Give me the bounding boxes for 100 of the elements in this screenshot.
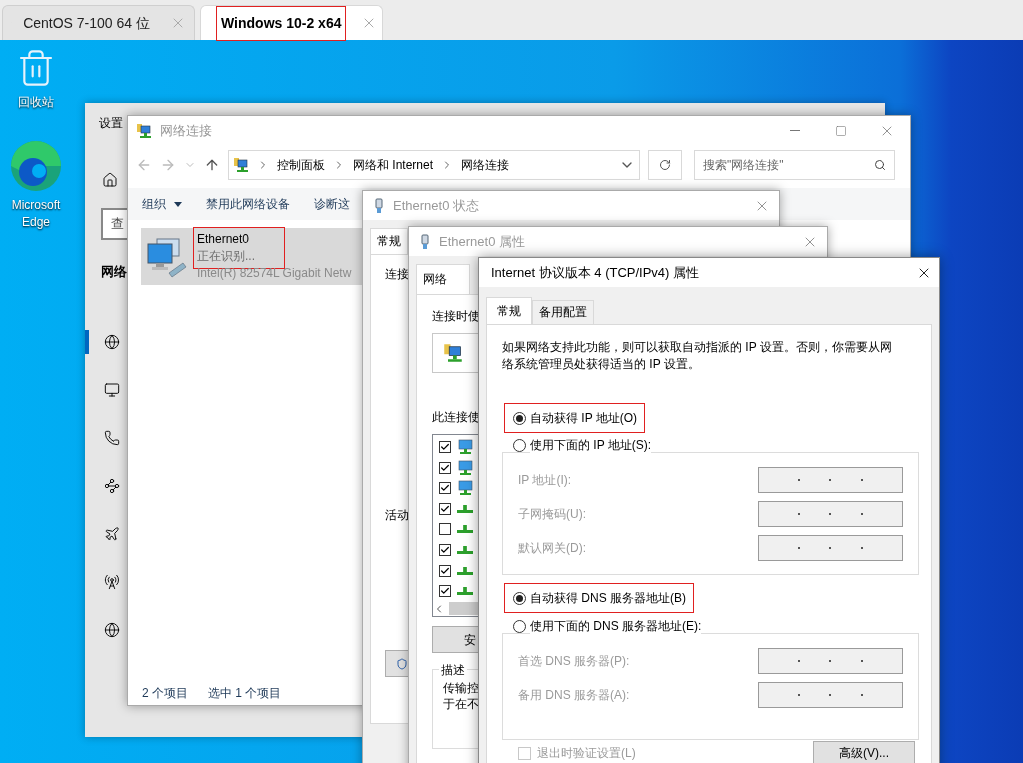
field-label: 备用 DNS 服务器(A): xyxy=(518,687,631,704)
breadcrumb-item[interactable]: 网络和 Internet xyxy=(353,156,434,174)
network-icon xyxy=(443,343,463,363)
window-title: Internet 协议版本 4 (TCP/IPv4) 属性 xyxy=(491,263,700,282)
vm-tab-label: Windows 10-2 x64 xyxy=(217,6,346,40)
monitor-icon xyxy=(104,381,120,398)
breadcrumb-item[interactable]: 网络连接 xyxy=(461,156,510,174)
vm-tab[interactable]: Windows 10-2 x64 xyxy=(200,5,383,40)
refresh-button[interactable] xyxy=(648,150,682,180)
field-label: IP 地址(I): xyxy=(518,472,573,489)
tab[interactable]: 常规 xyxy=(370,228,408,254)
search-icon xyxy=(874,159,886,171)
forward-icon[interactable] xyxy=(160,157,176,173)
home-icon[interactable] xyxy=(102,172,118,188)
description-text: 传输控 xyxy=(443,680,479,696)
section-heading: 网络 xyxy=(101,263,127,281)
tab[interactable]: 备用配置 xyxy=(532,300,594,324)
field-label: 子网掩码(U): xyxy=(518,506,587,523)
checkbox[interactable] xyxy=(439,482,451,495)
refresh-icon xyxy=(659,159,671,171)
status-bar-text: 选中 1 个项目 xyxy=(208,685,282,702)
connection-name: Ethernet0 xyxy=(197,231,251,248)
radio-button[interactable] xyxy=(513,438,526,452)
advanced-button[interactable]: 高级(V)... xyxy=(813,741,915,763)
edge-logo-icon[interactable] xyxy=(9,139,63,193)
toolbar-button[interactable]: 诊断这 xyxy=(314,195,350,213)
check-icon xyxy=(440,483,450,494)
field-label: 默认网关(D): xyxy=(518,540,587,557)
field-label: 此连接使 xyxy=(432,409,480,426)
ethernet-plug-icon xyxy=(373,197,385,214)
checkbox[interactable] xyxy=(439,441,451,454)
toolbar-button[interactable]: 组织 xyxy=(142,195,182,213)
check-icon xyxy=(440,545,450,555)
search-field[interactable]: 查 xyxy=(101,208,127,240)
antenna-icon xyxy=(104,573,120,590)
breadcrumb-item[interactable]: 控制面板 xyxy=(277,156,325,174)
toolbar-button[interactable]: 禁用此网络设备 xyxy=(206,195,290,213)
check-icon xyxy=(440,442,450,453)
check-icon xyxy=(440,565,450,576)
radio-button[interactable] xyxy=(513,591,526,605)
checkbox-label: 退出时验证设置(L) xyxy=(537,745,636,762)
window-title: Ethernet0 状态 xyxy=(393,196,479,215)
window-title: 网络连接 xyxy=(160,121,212,140)
description-text: 于在不 xyxy=(443,696,479,712)
check-icon xyxy=(440,503,450,514)
checkbox[interactable] xyxy=(439,502,451,515)
group-label: 连接 xyxy=(385,266,409,283)
vm-tab[interactable]: CentOS 7-100 64 位 xyxy=(2,5,195,40)
maximize-icon xyxy=(835,124,847,137)
group-label: 活动 xyxy=(385,507,409,524)
up-icon[interactable] xyxy=(204,157,220,173)
connection-status: 正在识别... xyxy=(197,248,256,265)
checkbox[interactable] xyxy=(439,523,451,536)
protocol-icon xyxy=(457,546,473,554)
intro-text: 如果网络支持此功能，则可以获取自动指派的 IP 设置。否则，你需要从网络系统管理员处获得适当的 IP 设置。 xyxy=(502,339,893,373)
shield-icon xyxy=(396,657,408,670)
checkbox[interactable] xyxy=(439,461,451,474)
network-icon xyxy=(233,157,249,173)
address-bar[interactable]: 控制面板 网络和 Internet 网络连接 xyxy=(228,150,640,180)
status-bar-text: 2 个项目 xyxy=(142,685,188,702)
radio-label[interactable]: 自动获得 IP 地址(O) xyxy=(530,409,638,427)
checkbox[interactable] xyxy=(439,564,451,577)
protocol-icon xyxy=(457,566,473,575)
vm-tab-label: CentOS 7-100 64 位 xyxy=(22,13,151,33)
ethernet-plug-icon xyxy=(419,233,431,250)
tab[interactable]: 常规 xyxy=(486,297,532,324)
radio-button[interactable] xyxy=(513,619,526,633)
checkbox[interactable] xyxy=(439,585,451,598)
check-icon xyxy=(440,462,450,473)
network-client-icon xyxy=(457,439,473,456)
globe-icon xyxy=(104,621,120,638)
minimize-icon xyxy=(790,130,800,131)
ip-address-field[interactable] xyxy=(758,535,903,561)
network-client-icon xyxy=(457,480,473,497)
radio-label[interactable]: 使用下面的 DNS 服务器地址(E): xyxy=(530,617,702,635)
airplane-icon xyxy=(104,525,120,542)
ip-address-field[interactable] xyxy=(758,648,903,674)
ip-address-field[interactable] xyxy=(758,682,903,708)
protocol-icon xyxy=(457,525,473,534)
globe-icon xyxy=(104,333,120,350)
window-title: Ethernet0 属性 xyxy=(439,232,525,251)
group-title: 描述 xyxy=(439,661,467,679)
checkbox[interactable] xyxy=(439,544,451,556)
back-icon[interactable] xyxy=(136,157,152,173)
adapter-name: Intel(R) 82574L Gigabit Netw xyxy=(197,265,352,282)
phone-icon xyxy=(104,429,120,446)
check-icon xyxy=(440,586,450,597)
network-icon xyxy=(136,122,152,139)
field-label: 首选 DNS 服务器(P): xyxy=(518,653,631,670)
window-title: 设置 xyxy=(99,115,123,132)
network-client-icon xyxy=(457,459,473,476)
ip-address-field[interactable] xyxy=(758,501,903,527)
ip-address-field[interactable] xyxy=(758,467,903,493)
protocol-icon xyxy=(457,504,473,513)
search-field[interactable]: 搜索"网络连接" xyxy=(694,150,895,180)
waypoints-icon xyxy=(104,477,120,494)
radio-label[interactable]: 使用下面的 IP 地址(S): xyxy=(530,436,652,454)
tab[interactable]: 网络 xyxy=(416,264,470,294)
radio-label[interactable]: 自动获得 DNS 服务器地址(B) xyxy=(530,589,686,607)
radio-button[interactable] xyxy=(513,411,526,425)
